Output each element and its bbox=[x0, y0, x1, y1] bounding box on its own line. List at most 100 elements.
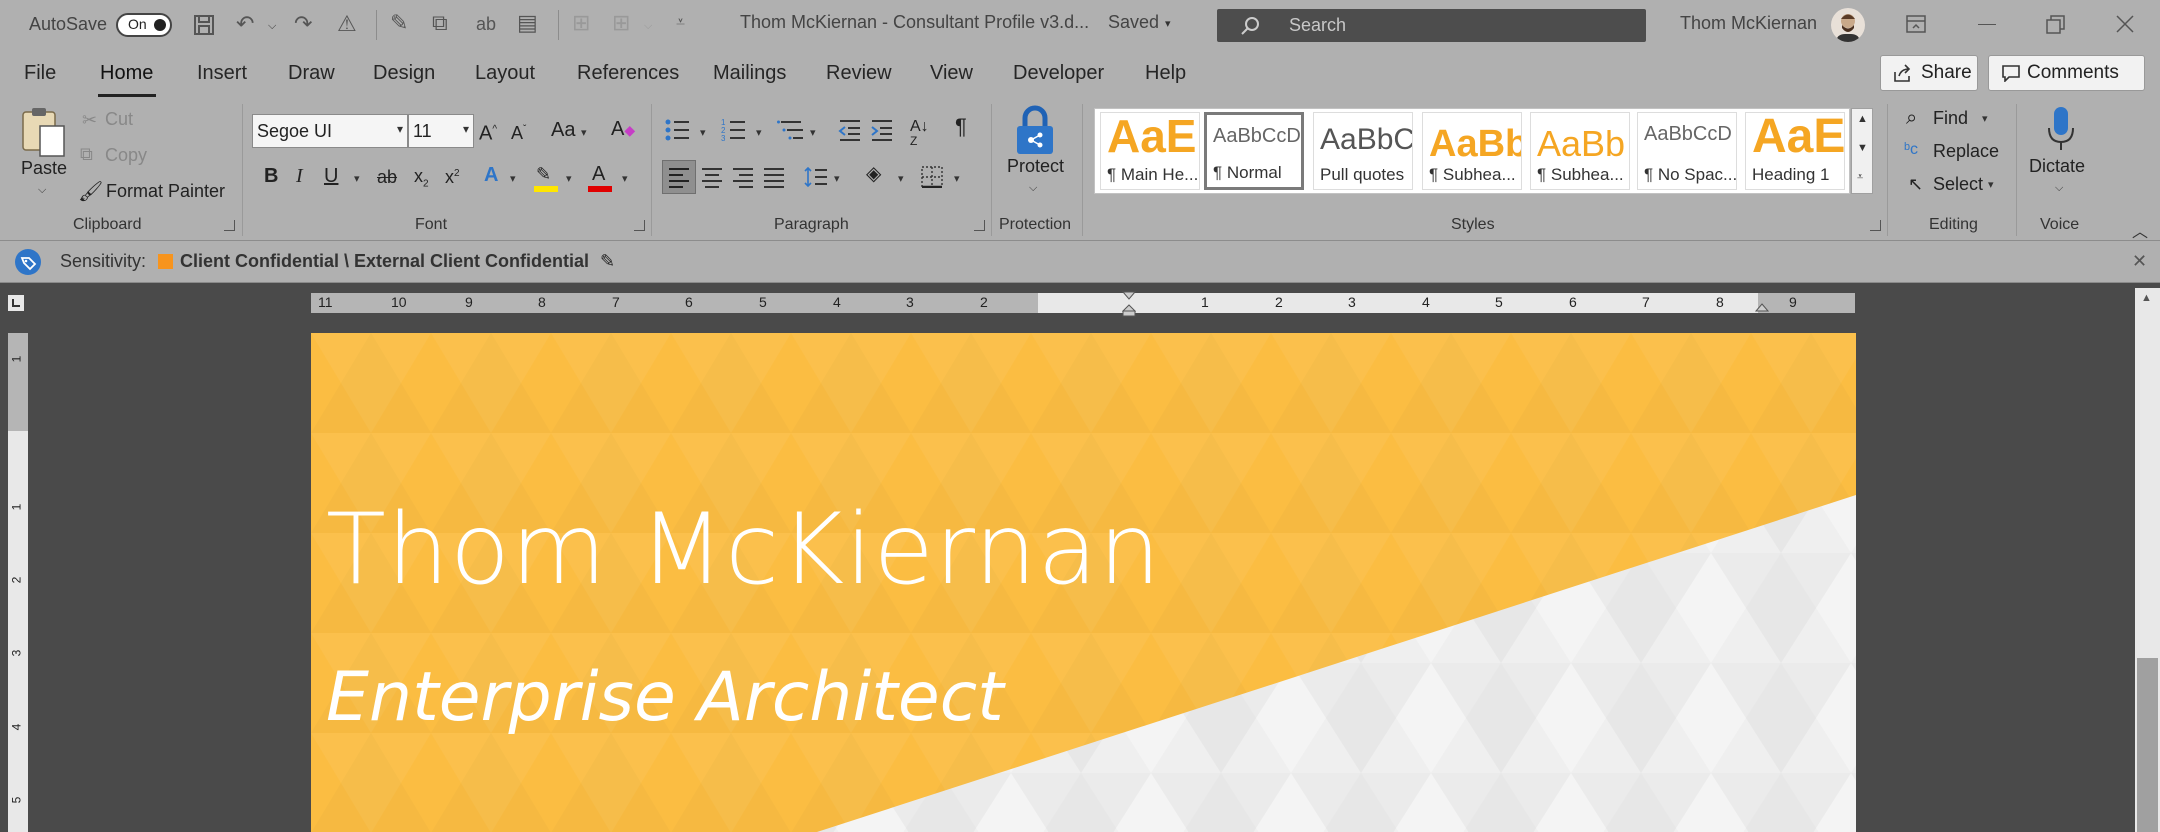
copy-format-icon[interactable]: ⧉ bbox=[432, 12, 448, 34]
style-tile[interactable]: AaE Heading 1 bbox=[1745, 112, 1845, 190]
styles-launcher-icon[interactable] bbox=[1870, 220, 1881, 231]
tab-insert[interactable]: Insert bbox=[197, 62, 247, 85]
layout-icon[interactable]: ▤ bbox=[517, 12, 538, 34]
highlight-icon[interactable]: ✎ bbox=[534, 162, 560, 192]
scroll-up-icon[interactable]: ▲ bbox=[2141, 292, 2152, 304]
find-icon[interactable]: ⌕ bbox=[1906, 106, 1917, 130]
style-tile[interactable]: AaBbC Pull quotes bbox=[1313, 112, 1413, 190]
style-tile[interactable]: AaBbCcD ¶ No Spac... bbox=[1637, 112, 1737, 190]
save-status[interactable]: Saved bbox=[1108, 12, 1159, 33]
tab-view[interactable]: View bbox=[930, 62, 973, 85]
bullets-icon[interactable] bbox=[665, 118, 691, 142]
style-tile[interactable]: AaE ¶ Main He... bbox=[1100, 112, 1200, 190]
minimize-icon[interactable] bbox=[1978, 24, 1996, 25]
table-grid-icon[interactable]: ⊞ bbox=[612, 12, 630, 34]
tab-mailings[interactable]: Mailings bbox=[713, 62, 786, 85]
tab-draw[interactable]: Draw bbox=[288, 62, 335, 85]
multilevel-list-icon[interactable] bbox=[777, 118, 805, 142]
bullets-dropdown-icon[interactable]: ▾ bbox=[700, 126, 706, 139]
document-page[interactable]: Thom McKiernan Enterprise Architect bbox=[311, 333, 1856, 832]
change-case-dropdown-icon[interactable]: ▾ bbox=[581, 126, 587, 139]
font-color-icon[interactable]: A bbox=[588, 162, 614, 192]
undo-icon[interactable]: ↶ bbox=[236, 13, 254, 35]
close-bar-icon[interactable]: ✕ bbox=[2132, 249, 2147, 273]
borders-icon[interactable] bbox=[921, 166, 943, 188]
underline-icon[interactable]: U bbox=[324, 164, 338, 188]
style-tile[interactable]: AaBb ¶ Subhea... bbox=[1530, 112, 1630, 190]
dictate-label[interactable]: Dictate bbox=[2029, 156, 2085, 177]
superscript-icon[interactable]: x2 bbox=[445, 162, 460, 189]
paste-icon[interactable] bbox=[20, 106, 66, 158]
paste-label[interactable]: Paste bbox=[21, 158, 67, 179]
grow-font-icon[interactable]: A^ bbox=[479, 118, 497, 146]
select-label[interactable]: Select bbox=[1933, 174, 1983, 195]
tab-review[interactable]: Review bbox=[826, 62, 892, 85]
close-icon[interactable] bbox=[2116, 15, 2134, 33]
style-tile[interactable]: AaBbCcD ¶ Normal bbox=[1204, 112, 1304, 190]
text-effects-dropdown-icon[interactable]: ▾ bbox=[510, 172, 516, 185]
spelling-icon[interactable]: ab bbox=[476, 13, 496, 35]
protect-label[interactable]: Protect bbox=[1007, 156, 1064, 177]
tab-developer[interactable]: Developer bbox=[1013, 62, 1104, 85]
style-tile[interactable]: AaBb ¶ Subhea... bbox=[1422, 112, 1522, 190]
numbering-dropdown-icon[interactable]: ▾ bbox=[756, 126, 762, 139]
shading-dropdown-icon[interactable]: ▾ bbox=[898, 172, 904, 185]
customize-toolbar-icon[interactable]: ⩡ bbox=[676, 12, 685, 34]
shrink-font-icon[interactable]: Aˇ bbox=[511, 118, 526, 145]
format-painter-icon[interactable]: 🖌 bbox=[78, 179, 103, 204]
change-case-button[interactable]: Aa bbox=[551, 118, 575, 142]
cut-icon[interactable]: ✂ bbox=[82, 110, 97, 131]
document-title[interactable]: Thom McKiernan - Consultant Profile v3.d… bbox=[740, 12, 1089, 33]
font-family-select[interactable]: Segoe UI ▾ bbox=[252, 114, 408, 148]
tab-help[interactable]: Help bbox=[1145, 62, 1186, 85]
restore-icon[interactable] bbox=[2046, 15, 2066, 35]
tab-references[interactable]: References bbox=[577, 62, 679, 85]
multilevel-dropdown-icon[interactable]: ▾ bbox=[810, 126, 816, 139]
dictate-dropdown-icon[interactable]: ⌵ bbox=[2055, 182, 2063, 195]
warning-icon[interactable]: ⚠ bbox=[337, 13, 357, 35]
align-left-icon[interactable] bbox=[668, 166, 690, 188]
table-icon[interactable]: ⊞ bbox=[572, 12, 590, 34]
justify-icon[interactable] bbox=[763, 166, 785, 188]
tab-layout[interactable]: Layout bbox=[475, 62, 535, 85]
line-spacing-dropdown-icon[interactable]: ▾ bbox=[834, 172, 840, 185]
font-launcher-icon[interactable] bbox=[634, 220, 645, 231]
ribbon-display-icon[interactable] bbox=[1906, 15, 1926, 33]
subscript-icon[interactable]: x2 bbox=[414, 164, 429, 197]
find-dropdown-icon[interactable]: ▾ bbox=[1982, 112, 1988, 125]
italic-icon[interactable]: I bbox=[296, 164, 303, 188]
title-dropdown-icon[interactable]: ▾ bbox=[1165, 17, 1171, 30]
search-box[interactable]: Search bbox=[1217, 9, 1646, 42]
replace-label[interactable]: Replace bbox=[1933, 141, 1999, 162]
select-dropdown-icon[interactable]: ▾ bbox=[1988, 178, 1994, 191]
tab-design[interactable]: Design bbox=[373, 62, 435, 85]
collapse-ribbon-icon[interactable]: ︿ bbox=[2132, 218, 2148, 242]
cut-label[interactable]: Cut bbox=[105, 109, 133, 130]
undo-dropdown-icon[interactable]: ⌵ bbox=[268, 20, 276, 33]
draw-pen-icon[interactable]: ✎ bbox=[390, 12, 408, 34]
scrollbar-thumb[interactable] bbox=[2137, 658, 2158, 832]
styles-up-icon[interactable]: ▲ bbox=[1857, 113, 1868, 125]
user-name[interactable]: Thom McKiernan bbox=[1680, 13, 1817, 34]
underline-dropdown-icon[interactable]: ▾ bbox=[354, 172, 360, 185]
align-right-icon[interactable] bbox=[732, 166, 754, 188]
styles-more-icon[interactable]: ⩡ bbox=[1857, 171, 1863, 184]
styles-down-icon[interactable]: ▼ bbox=[1857, 142, 1868, 154]
replace-icon[interactable]: ᵇc bbox=[1904, 138, 1918, 162]
microphone-icon[interactable] bbox=[2046, 106, 2076, 152]
clear-formatting-icon[interactable]: A◆ bbox=[611, 117, 635, 142]
autosave-toggle[interactable]: On bbox=[116, 13, 172, 37]
paragraph-launcher-icon[interactable] bbox=[974, 220, 985, 231]
borders-dropdown-icon[interactable]: ▾ bbox=[954, 172, 960, 185]
tab-selector[interactable] bbox=[8, 295, 24, 311]
paste-dropdown-icon[interactable]: ⌵ bbox=[38, 184, 46, 197]
copy-icon[interactable]: ⧉ bbox=[80, 144, 93, 165]
tab-home[interactable]: Home bbox=[100, 62, 153, 85]
right-indent-marker-icon[interactable] bbox=[1755, 303, 1769, 315]
strikethrough-icon[interactable]: ab bbox=[377, 165, 397, 189]
save-icon[interactable] bbox=[192, 13, 216, 37]
bold-icon[interactable]: B bbox=[264, 164, 278, 188]
avatar[interactable] bbox=[1831, 8, 1865, 42]
edit-pencil-icon[interactable]: ✎ bbox=[600, 249, 615, 273]
tab-file[interactable]: File bbox=[24, 62, 56, 85]
